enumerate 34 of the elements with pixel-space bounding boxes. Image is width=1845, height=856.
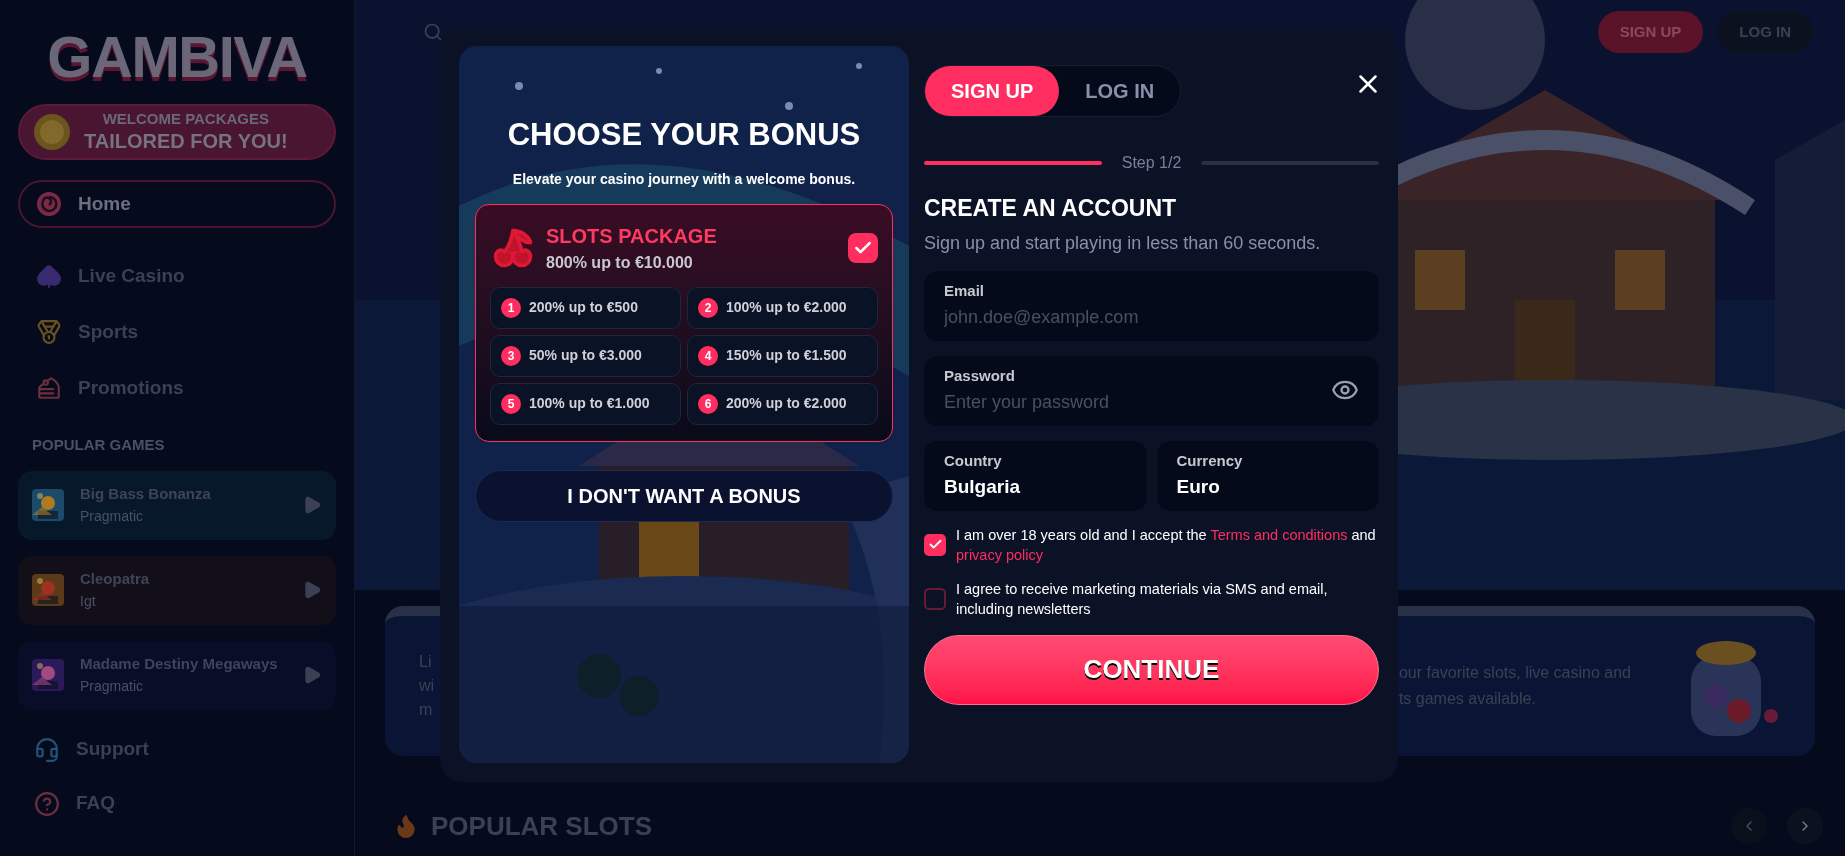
nav-item[interactable]: Live Casino — [18, 252, 336, 300]
cake-icon — [36, 375, 62, 401]
previous-button[interactable] — [1731, 808, 1767, 844]
game-provider: Pragmatic — [80, 506, 145, 526]
headset-icon — [34, 736, 60, 763]
game-card[interactable]: Cleopatra Igt — [18, 555, 336, 625]
promo-banner[interactable]: WELCOME PACKAGES TAILORED FOR YOU! — [18, 104, 336, 160]
help-icon — [34, 790, 60, 817]
section-title: POPULAR SLOTS — [431, 809, 652, 843]
play-icon[interactable] — [302, 665, 322, 685]
game-provider: Igt — [80, 591, 97, 611]
consent-text: I agree to receive marketing materials via SMS and email, including newsletters — [956, 579, 1329, 619]
coin-icon — [32, 112, 72, 152]
game-title: Big Bass Bonanza — [80, 484, 212, 505]
consent-checkbox[interactable] — [924, 587, 946, 610]
nav-item[interactable]: FAQ — [18, 783, 336, 824]
spade-icon — [36, 263, 62, 289]
continue-button[interactable]: CONTINUE — [924, 634, 1379, 705]
game-provider: Pragmatic — [80, 676, 145, 696]
medal-icon — [36, 319, 62, 345]
nav-item[interactable]: Home — [18, 180, 336, 228]
nav-item[interactable]: Promotions — [18, 364, 336, 412]
nav-item[interactable]: Sports — [18, 308, 336, 356]
logo[interactable]: GAMBIVA — [47, 28, 307, 86]
swirl-candy-icon — [36, 191, 62, 217]
promo-text: WELCOME PACKAGES — [102, 110, 270, 129]
promo-text: TAILORED FOR YOU! — [84, 128, 288, 154]
play-icon[interactable] — [302, 495, 322, 515]
section-title: POPULAR GAMES — [31, 435, 166, 455]
play-icon[interactable] — [302, 580, 322, 600]
next-button[interactable] — [1787, 808, 1823, 844]
game-card[interactable]: Big Bass Bonanza Pragmatic — [18, 470, 336, 540]
game-title: Cleopatra — [80, 569, 151, 590]
nav-item[interactable]: Support — [18, 729, 336, 770]
